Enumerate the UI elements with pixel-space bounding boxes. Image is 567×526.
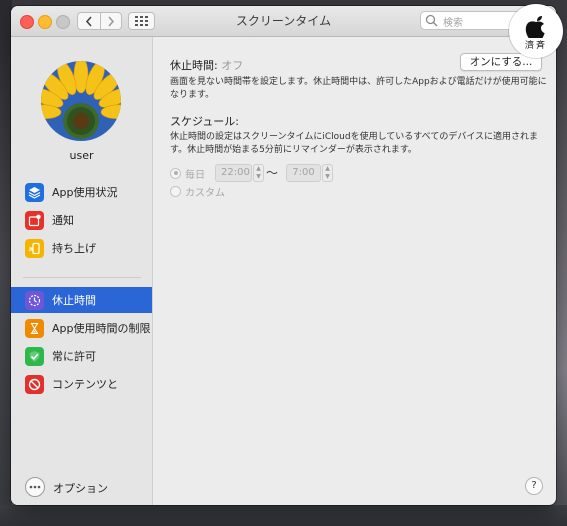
custom-radio[interactable] [170, 185, 181, 197]
checkmark-icon [25, 346, 44, 366]
user-avatar[interactable] [41, 61, 121, 141]
time-range-separator: 〜 [266, 166, 279, 180]
downtime-label: 休止時間: [170, 59, 218, 72]
every-day-radio-row[interactable]: 毎日 [170, 164, 205, 182]
sidebar-item-downtime[interactable]: 休止時間 [11, 287, 152, 313]
sidebar-item-label: 休止時間 [52, 294, 96, 307]
svg-text:斉: 斉 [536, 39, 545, 51]
help-button[interactable]: ? [525, 477, 543, 495]
search-icon [425, 14, 438, 27]
end-time-stepper[interactable]: ▲ ▼ [322, 164, 333, 182]
schedule-heading: スケジュール: [170, 115, 239, 128]
watermark-logo: 濟 斉 [509, 4, 563, 58]
start-time-stepper[interactable]: ▲ ▼ [253, 164, 264, 182]
hourglass-icon [25, 318, 44, 338]
sidebar-item-app-limits[interactable]: App使用時間の制限 [11, 315, 152, 341]
every-day-radio[interactable] [170, 167, 181, 179]
downtime-description: 画面を見ない時間帯を設定します。休止時間中は、許可したAppおよび電話だけが使用… [170, 77, 547, 100]
end-time-field[interactable]: 7:00 [286, 164, 321, 182]
search-placeholder: 検索 [443, 18, 463, 29]
pickup-icon [25, 238, 44, 258]
custom-label: カスタム [185, 187, 225, 199]
restriction-icon [25, 374, 44, 394]
options-button[interactable] [25, 477, 45, 497]
svg-text:濟: 濟 [525, 39, 534, 51]
layers-icon [25, 182, 44, 202]
options-label[interactable]: オプション [53, 480, 108, 496]
downtime-panel: 休止時間: オフ オンにする... 画面を見ない時間帯を設定します。休止時間中は… [153, 37, 556, 505]
custom-radio-row[interactable]: カスタム [170, 182, 225, 200]
sidebar-item-label: 持ち上げ [52, 242, 96, 255]
every-day-label: 毎日 [185, 169, 205, 181]
preferences-window: スクリーンタイム 検索 user App使用状況 通知 持ち上げ 休止時間 Ap… [11, 6, 556, 505]
schedule-description: 休止時間の設定はスクリーンタイムにiCloudを使用しているすべてのデバイスに適… [170, 132, 539, 155]
title-bar: スクリーンタイム 検索 [11, 6, 556, 37]
sidebar-item-label: コンテンツと [52, 378, 118, 391]
downtime-heading: 休止時間: オフ [170, 57, 243, 73]
sidebar-item-label: App使用時間の制限 [52, 322, 151, 335]
ellipsis-icon [29, 485, 41, 489]
start-time-field[interactable]: 22:00 [215, 164, 252, 182]
sidebar-item-label: 通知 [52, 214, 74, 227]
notification-icon [25, 210, 44, 230]
downtime-status: オフ [221, 59, 244, 72]
downtime-icon [25, 290, 44, 310]
sunflower-image [41, 61, 121, 141]
sidebar-item-pickups[interactable]: 持ち上げ [11, 235, 152, 261]
sidebar-item-label: App使用状況 [52, 186, 118, 199]
username-label: user [69, 149, 94, 162]
sidebar-separator [23, 277, 141, 278]
sidebar: user App使用状況 通知 持ち上げ 休止時間 App使用時間の制限 常に許… [11, 37, 153, 505]
sidebar-item-app-usage[interactable]: App使用状況 [11, 179, 152, 205]
apple-logo-icon: 濟 斉 [523, 16, 549, 51]
sidebar-item-label: 常に許可 [52, 350, 96, 363]
sidebar-item-notifications[interactable]: 通知 [11, 207, 152, 233]
sidebar-item-content-privacy[interactable]: コンテンツと [11, 371, 152, 397]
sidebar-item-always-allowed[interactable]: 常に許可 [11, 343, 152, 369]
desktop-background-bottom [0, 505, 567, 526]
